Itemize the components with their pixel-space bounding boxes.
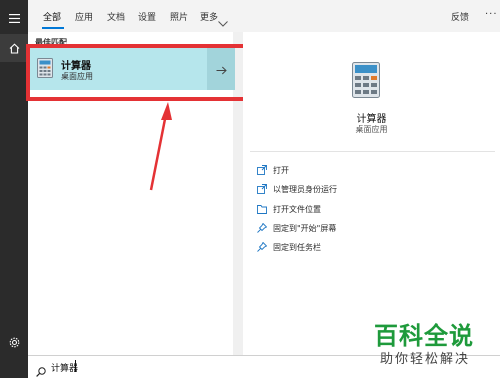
pin-start-icon	[257, 223, 267, 233]
tab-more[interactable]: 更多	[200, 10, 218, 23]
search-icon	[36, 362, 46, 378]
top-tab-bar	[28, 0, 500, 32]
file-location-icon	[257, 204, 267, 214]
chevron-down-icon[interactable]	[218, 12, 228, 31]
search-input[interactable]: 计算器	[51, 361, 78, 374]
action-open[interactable]: 打开	[257, 163, 289, 177]
watermark-title: 百科全说	[374, 322, 474, 350]
pin-taskbar-icon	[257, 242, 267, 252]
action-pin-taskbar[interactable]: 固定到任务栏	[257, 240, 321, 254]
highlight-frame	[26, 44, 249, 101]
calculator-large-icon	[352, 62, 380, 102]
details-divider	[250, 151, 495, 152]
tab-photos[interactable]: 照片	[170, 10, 188, 23]
action-label: 打开文件位置	[273, 204, 321, 214]
action-label: 固定到"开始"屏幕	[273, 223, 337, 233]
action-label: 以管理员身份运行	[273, 184, 337, 194]
action-label: 打开	[273, 165, 289, 175]
more-options-button[interactable]: ···	[485, 9, 498, 20]
action-pin-start[interactable]: 固定到"开始"屏幕	[257, 221, 336, 235]
open-icon	[257, 165, 267, 175]
tab-apps[interactable]: 应用	[75, 10, 93, 23]
hamburger-icon[interactable]	[0, 4, 28, 32]
detail-app-type: 桌面应用	[355, 125, 388, 134]
text-caret	[75, 360, 76, 372]
tab-all[interactable]: 全部	[43, 10, 61, 23]
home-icon[interactable]	[0, 34, 28, 62]
run-as-admin-icon	[257, 184, 267, 194]
watermark: 百科全说 助你轻松解决	[374, 316, 494, 372]
settings-icon[interactable]	[0, 328, 28, 356]
watermark-subtitle: 助你轻松解决	[380, 352, 471, 367]
tab-settings[interactable]: 设置	[138, 10, 156, 23]
action-run-as-admin[interactable]: 以管理员身份运行	[257, 182, 337, 196]
action-label: 固定到任务栏	[273, 242, 321, 252]
detail-app-name: 计算器	[356, 114, 387, 125]
tab-documents[interactable]: 文档	[107, 10, 125, 23]
action-open-file-location[interactable]: 打开文件位置	[257, 202, 321, 216]
feedback-link[interactable]: 反馈	[451, 10, 469, 23]
active-tab-indicator	[42, 27, 64, 29]
